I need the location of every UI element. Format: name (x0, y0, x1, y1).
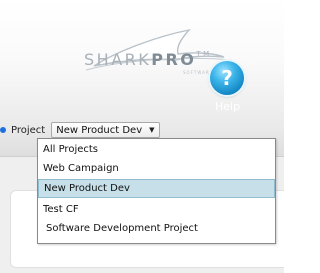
chevron-down-icon: ▼ (149, 126, 155, 134)
project-selector-bar: Project New Product Dev ▼ (0, 122, 160, 138)
logo-wordmark-bold: PRO (151, 50, 197, 69)
app-window: SHARKPROTM SOFTWARE ? Help Project New P… (0, 0, 284, 273)
bullet-icon (0, 127, 6, 133)
project-option-new-product-dev[interactable]: New Product Dev (38, 179, 275, 198)
project-select-value: New Product Dev (56, 124, 143, 136)
project-option-test-cf[interactable]: Test CF (38, 200, 275, 219)
project-select[interactable]: New Product Dev ▼ (51, 122, 160, 138)
logo-wordmark: SHARKPROTM (84, 50, 212, 69)
project-dropdown-list: All Projects Web Campaign New Product De… (37, 138, 276, 244)
header-banner: SHARKPROTM SOFTWARE ? Help Project New P… (0, 0, 284, 156)
logo-subtitle: SOFTWARE (183, 70, 214, 75)
logo-trademark: TM (196, 50, 212, 58)
project-option-web-campaign[interactable]: Web Campaign (38, 159, 275, 178)
project-label: Project (11, 124, 46, 136)
logo-wordmark-light: SHARK (84, 50, 152, 69)
help-link[interactable]: Help (215, 100, 240, 113)
help-icon[interactable]: ? (210, 61, 244, 95)
project-option-all-projects[interactable]: All Projects (38, 140, 275, 159)
project-option-software-development-project[interactable]: Software Development Project (38, 219, 275, 238)
